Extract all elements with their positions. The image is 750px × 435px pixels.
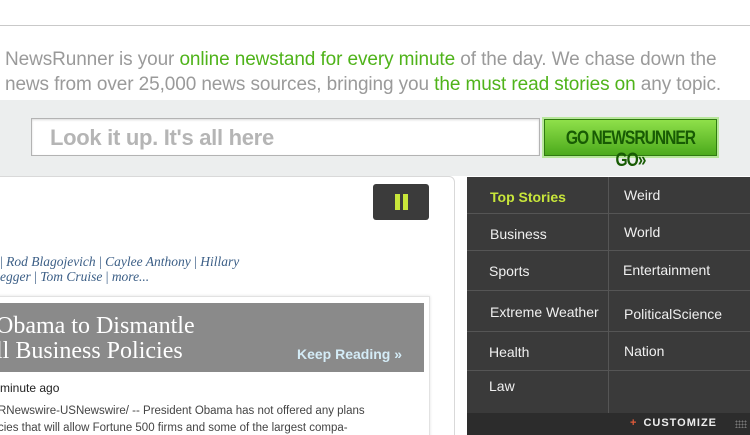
- intro-section: NewsRunner is your online newstand for e…: [0, 27, 750, 100]
- intro-highlight-1: online newstand for every minute: [179, 49, 456, 70]
- more-link[interactable]: more...: [112, 269, 149, 284]
- nav-divider: [467, 290, 750, 291]
- story-title-line-2: ll Business Policies: [0, 338, 183, 364]
- nav-divider: [467, 250, 750, 251]
- story-title[interactable]: Obama to Dismantle ll Business Policies: [0, 314, 195, 364]
- tag-link[interactable]: Caylee Anthony: [105, 254, 191, 269]
- grip-dots-icon: [735, 420, 747, 428]
- intro-text-2: of the day. We chase down the: [455, 49, 717, 70]
- story-title-line-1: Obama to Dismantle: [0, 313, 195, 339]
- nav-sports[interactable]: Sports: [489, 263, 529, 279]
- snippet-line-1: RNewswire-USNewswire/ -- President Obama…: [0, 405, 365, 417]
- customize-button[interactable]: + CUSTOMIZE: [630, 417, 717, 429]
- customize-label: CUSTOMIZE: [643, 417, 718, 429]
- intro-text-4: any topic.: [635, 74, 722, 95]
- nav-extreme-weather[interactable]: Extreme Weather: [490, 304, 599, 320]
- story-time: minute ago: [0, 381, 60, 395]
- nav-political-science[interactable]: PoliticalScience: [624, 306, 722, 322]
- intro-text-3: news from over 25,000 news sources, brin…: [5, 74, 435, 95]
- tags-line-1: | Rod Blagojevich | Caylee Anthony | Hil…: [0, 254, 240, 269]
- plus-icon: +: [630, 417, 638, 429]
- nav-business[interactable]: Business: [490, 226, 547, 242]
- nav-health[interactable]: Health: [489, 344, 529, 360]
- nav-nation[interactable]: Nation: [624, 343, 664, 359]
- keep-reading-link[interactable]: Keep Reading »: [297, 346, 402, 362]
- nav-divider: [467, 370, 750, 371]
- go-newsrunner-button[interactable]: GO NEWSRUNNER GO»: [544, 119, 717, 171]
- tag-link[interactable]: egger: [0, 269, 31, 284]
- tag-link[interactable]: Hillary: [200, 254, 239, 269]
- story-snippet: RNewswire-USNewswire/ -- President Obama…: [0, 403, 398, 435]
- nav-law[interactable]: Law: [489, 378, 515, 394]
- tags-line-2: egger | Tom Cruise | more...: [0, 269, 150, 284]
- pause-button[interactable]: [373, 184, 429, 220]
- top-band: [0, 0, 750, 26]
- nav-entertainment[interactable]: Entertainment: [623, 262, 710, 278]
- intro-text: NewsRunner is your online newstand for e…: [5, 47, 750, 97]
- nav-world[interactable]: World: [624, 224, 660, 240]
- category-nav: Top Stories Business Sports Extreme Weat…: [467, 177, 750, 435]
- search-band: Look it up. It's all here GO NEWSRUNNER …: [0, 100, 750, 176]
- search-placeholder: Look it up. It's all here: [50, 125, 274, 150]
- intro-highlight-2: the must read stories on: [434, 74, 636, 95]
- search-input[interactable]: Look it up. It's all here: [31, 118, 540, 156]
- trending-tags: | Rod Blagojevich | Caylee Anthony | Hil…: [0, 254, 270, 284]
- pause-icon-bar: [403, 194, 408, 210]
- nav-weird[interactable]: Weird: [624, 187, 660, 203]
- intro-text-1: NewsRunner is your: [5, 49, 180, 70]
- go-button-label: GO NEWSRUNNER GO»: [565, 128, 696, 171]
- nav-divider: [467, 213, 750, 214]
- nav-footer: + CUSTOMIZE: [467, 413, 750, 435]
- nav-top-stories[interactable]: Top Stories: [490, 189, 566, 205]
- tag-link[interactable]: Tom Cruise: [40, 269, 102, 284]
- tag-link[interactable]: Rod Blagojevich: [6, 254, 96, 269]
- pause-icon: [395, 194, 400, 210]
- nav-divider: [467, 331, 750, 332]
- snippet-line-2: cies that will allow Fortune 500 firms a…: [0, 422, 348, 434]
